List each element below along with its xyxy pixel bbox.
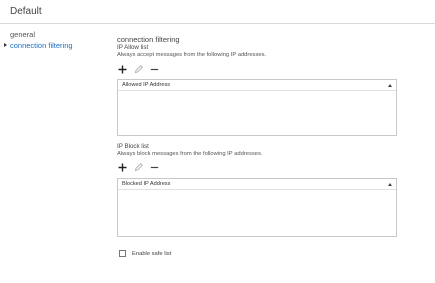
header-divider <box>0 23 435 24</box>
selected-indicator-icon <box>4 43 7 47</box>
minus-icon[interactable] <box>149 64 159 74</box>
pencil-icon[interactable] <box>133 162 143 172</box>
block-list-label: IP Block list <box>117 143 149 150</box>
page-title: Default <box>10 6 42 17</box>
block-list-description: Always block messages from the following… <box>117 151 263 157</box>
plus-icon[interactable] <box>117 64 127 74</box>
allow-list-column-header[interactable]: Allowed IP Address <box>118 80 396 91</box>
safe-list-label: Enable safe list <box>132 250 172 257</box>
safe-list-checkbox[interactable] <box>119 250 126 257</box>
sort-ascending-icon <box>388 83 392 87</box>
allow-list-toolbar <box>117 64 159 74</box>
block-list-table[interactable]: Blocked IP Address <box>117 178 397 237</box>
plus-icon[interactable] <box>117 162 127 172</box>
minus-icon[interactable] <box>149 162 159 172</box>
allow-list-label: IP Allow list <box>117 44 149 51</box>
pencil-icon[interactable] <box>133 64 143 74</box>
nav-item-label: general <box>10 30 36 39</box>
nav-item-label: connection filtering <box>10 41 73 50</box>
column-header-label: Blocked IP Address <box>122 181 171 187</box>
allow-list-table[interactable]: Allowed IP Address <box>117 79 397 136</box>
block-list-toolbar <box>117 162 159 172</box>
allow-list-description: Always accept messages from the followin… <box>117 52 267 58</box>
sort-ascending-icon <box>388 182 392 186</box>
nav-item-connection-filtering[interactable]: connection filtering <box>4 40 73 51</box>
section-title: connection filtering <box>117 35 180 44</box>
sidebar-nav: general connection filtering <box>4 29 73 51</box>
column-header-label: Allowed IP Address <box>122 82 171 88</box>
safe-list-option: Enable safe list <box>119 250 171 257</box>
nav-item-general[interactable]: general <box>10 29 73 40</box>
block-list-column-header[interactable]: Blocked IP Address <box>118 179 396 190</box>
